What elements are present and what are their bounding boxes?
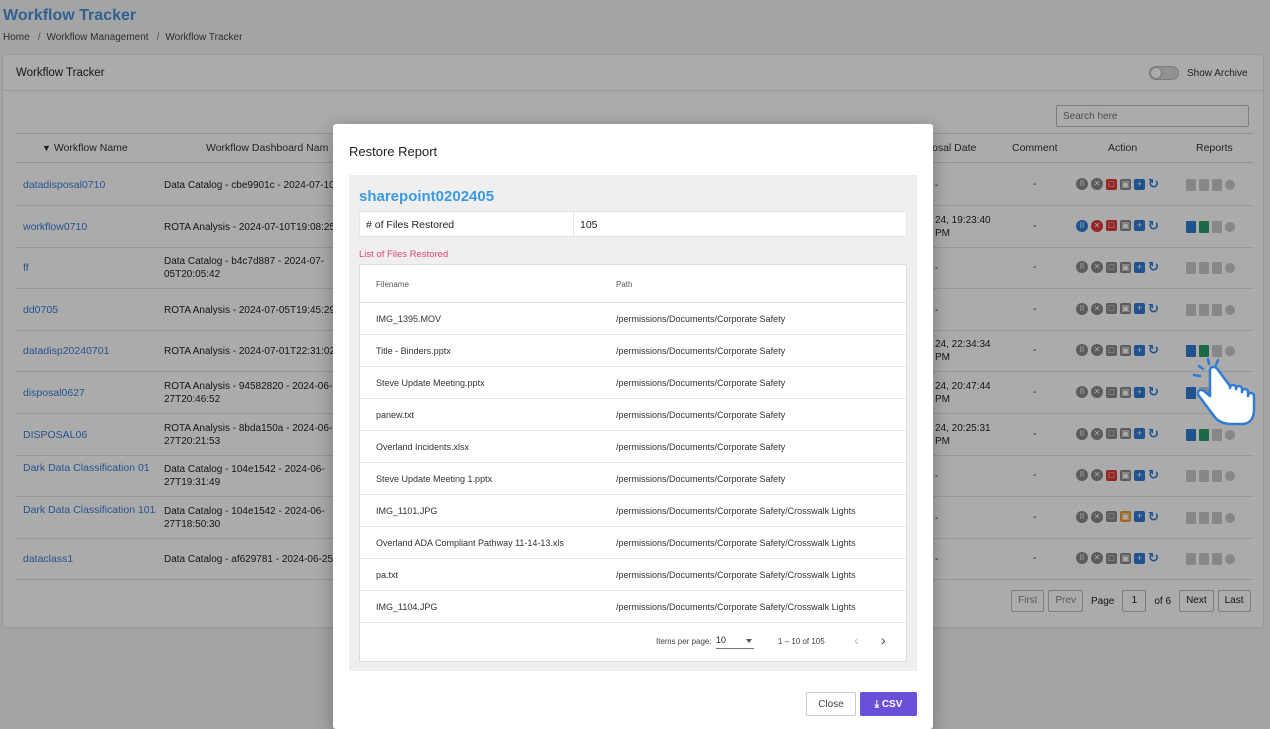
files-restored-summary: # of Files Restored 105 <box>359 211 907 237</box>
col-header-path: Path <box>616 280 633 289</box>
csv-download-button[interactable]: ⤓ CSV <box>860 692 917 716</box>
list-of-files-label: List of Files Restored <box>359 249 449 260</box>
file-path: /permissions/Documents/Corporate Safety <box>616 442 786 452</box>
file-row: panew.txt /permissions/Documents/Corpora… <box>360 399 906 431</box>
chevron-right-icon[interactable]: › <box>881 632 886 648</box>
restore-report-modal: Restore Report sharepoint0202405 # of Fi… <box>333 124 933 729</box>
file-row: pa.txt /permissions/Documents/Corporate … <box>360 559 906 591</box>
file-row: IMG_1395.MOV /permissions/Documents/Corp… <box>360 303 906 335</box>
file-path: /permissions/Documents/Corporate Safety <box>616 410 786 420</box>
file-row: Title - Binders.pptx /permissions/Docume… <box>360 335 906 367</box>
file-name: Overland Incidents.xlsx <box>376 442 470 452</box>
file-name: Title - Binders.pptx <box>376 346 451 356</box>
close-button[interactable]: Close <box>806 692 856 716</box>
file-name: Steve Update Meeting.pptx <box>376 378 485 388</box>
col-header-filename: Filename <box>376 280 409 289</box>
file-row: Steve Update Meeting.pptx /permissions/D… <box>360 367 906 399</box>
file-path: /permissions/Documents/Corporate Safety <box>616 378 786 388</box>
files-range-label: 1 – 10 of 105 <box>778 637 825 646</box>
chevron-left-icon[interactable]: ‹ <box>854 632 859 648</box>
file-path: /permissions/Documents/Corporate Safety <box>616 346 786 356</box>
modal-title: Restore Report <box>349 144 438 159</box>
file-name: panew.txt <box>376 410 415 420</box>
files-restored-label: # of Files Restored <box>366 219 455 231</box>
file-row: Steve Update Meeting 1.pptx /permissions… <box>360 463 906 495</box>
files-pagination: Items per page: 10 1 – 10 of 105 ‹ › <box>360 624 906 662</box>
file-name: Steve Update Meeting 1.pptx <box>376 474 493 484</box>
file-name: Overland ADA Compliant Pathway 11-14-13.… <box>376 538 564 548</box>
download-icon: ⤓ <box>874 698 880 710</box>
file-path: /permissions/Documents/Corporate Safety <box>616 314 786 324</box>
file-path: /permissions/Documents/Corporate Safety/… <box>616 538 856 548</box>
file-row: IMG_1104.JPG /permissions/Documents/Corp… <box>360 591 906 623</box>
file-name: IMG_1101.JPG <box>376 506 438 516</box>
file-path: /permissions/Documents/Corporate Safety/… <box>616 506 856 516</box>
file-name: pa.txt <box>376 570 399 580</box>
restored-files-table: Filename Path IMG_1395.MOV /permissions/… <box>359 264 907 662</box>
divider <box>573 212 574 236</box>
file-row: Overland Incidents.xlsx /permissions/Doc… <box>360 431 906 463</box>
files-restored-value: 105 <box>580 219 598 231</box>
items-per-page-label: Items per page: <box>656 637 712 646</box>
file-name: IMG_1104.JPG <box>376 602 438 612</box>
file-row: Overland ADA Compliant Pathway 11-14-13.… <box>360 527 906 559</box>
file-row: IMG_1101.JPG /permissions/Documents/Corp… <box>360 495 906 527</box>
hand-pointer-icon <box>1192 358 1256 426</box>
file-path: /permissions/Documents/Corporate Safety/… <box>616 602 856 612</box>
report-name: sharepoint0202405 <box>359 188 495 205</box>
items-per-page-select[interactable]: 10 <box>716 633 754 649</box>
file-name: IMG_1395.MOV <box>376 314 442 324</box>
files-table-header: Filename Path <box>360 265 906 303</box>
file-path: /permissions/Documents/Corporate Safety/… <box>616 570 856 580</box>
modal-body: sharepoint0202405 # of Files Restored 10… <box>349 175 917 671</box>
file-path: /permissions/Documents/Corporate Safety <box>616 474 786 484</box>
